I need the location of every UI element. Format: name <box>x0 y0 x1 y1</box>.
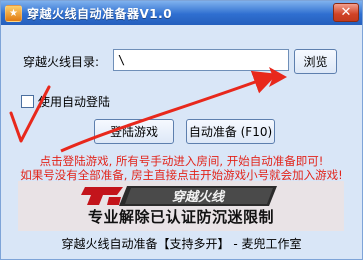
browse-button[interactable]: 浏览 <box>294 49 337 74</box>
auto-ready-button-label: 自动准备 (F10) <box>188 125 273 139</box>
login-game-button[interactable]: 登陆游戏 <box>94 119 174 144</box>
title-bar[interactable]: ★ 穿越火线自动准备器V1.0 ✕ <box>1 1 362 25</box>
crossfire-logo-text: 穿越火线 <box>172 189 226 205</box>
directory-label: 穿越火线目录: <box>23 55 100 69</box>
crossfire-logo-graphic: 穿越火线 <box>81 186 277 206</box>
close-icon: ✕ <box>340 5 352 20</box>
login-game-button-label: 登陆游戏 <box>109 125 158 139</box>
browse-button-label: 浏览 <box>303 55 328 69</box>
auto-ready-button[interactable]: 自动准备 (F10) <box>186 119 275 144</box>
banner-text: 专业解除已认证防沉迷限制 <box>87 208 274 226</box>
close-button[interactable]: ✕ <box>333 3 359 22</box>
crossfire-logo: 穿越火线 <box>18 185 344 207</box>
auto-login-option[interactable]: 使用自动登陆 <box>21 93 110 110</box>
app-window: ★ 穿越火线自动准备器V1.0 ✕ 穿越火线目录: 浏览 使用自动登陆 登陆游戏… <box>0 0 363 260</box>
auto-login-label: 使用自动登陆 <box>38 95 111 109</box>
app-icon: ★ <box>5 4 22 22</box>
promo-banner[interactable]: 穿越火线 专业解除已认证防沉迷限制 <box>18 181 344 231</box>
window-title: 穿越火线自动准备器V1.0 <box>27 6 173 21</box>
footer-text: 穿越火线自动准备【支持多开】 - 麦兜工作室 <box>61 237 302 251</box>
directory-input[interactable] <box>113 49 289 71</box>
auto-login-checkbox[interactable] <box>21 95 34 108</box>
